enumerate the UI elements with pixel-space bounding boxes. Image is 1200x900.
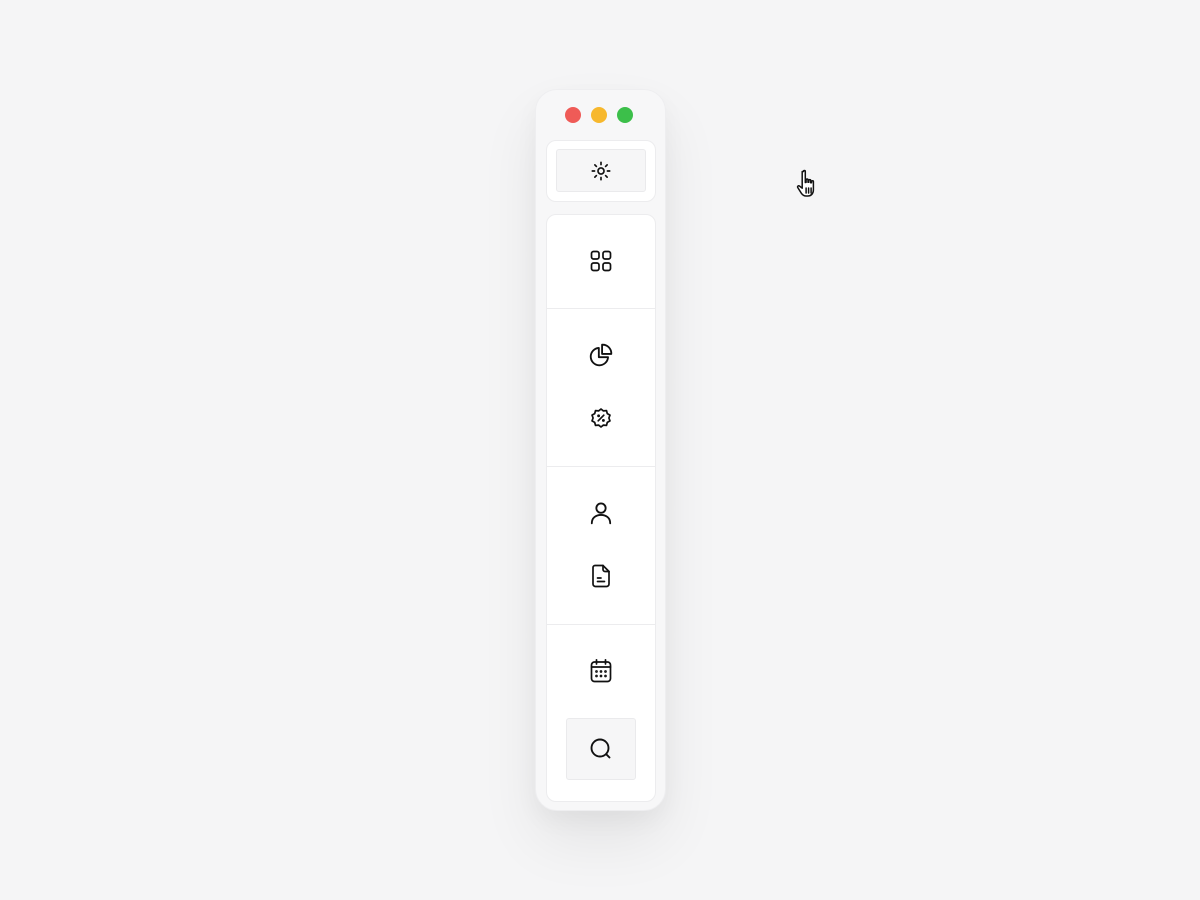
theme-toggle-button[interactable] — [556, 149, 646, 192]
nav-item-discounts[interactable] — [566, 387, 636, 449]
search-icon — [589, 737, 613, 761]
calendar-icon — [589, 658, 613, 684]
hand-pointer-icon — [793, 168, 823, 200]
navigation-panel — [546, 214, 656, 802]
zoom-window-button[interactable] — [617, 107, 633, 123]
theme-panel — [546, 140, 656, 202]
discount-badge-icon — [589, 406, 613, 430]
sun-icon — [590, 160, 612, 182]
document-icon — [589, 563, 613, 589]
user-icon — [588, 500, 614, 526]
nav-divider — [547, 624, 655, 625]
nav-item-dashboard[interactable] — [566, 230, 636, 292]
desktop — [0, 0, 1200, 900]
nav-item-search[interactable] — [566, 718, 636, 780]
minimize-window-button[interactable] — [591, 107, 607, 123]
pie-chart-icon — [588, 342, 614, 368]
sidebar-window — [535, 89, 666, 811]
nav-item-documents[interactable] — [566, 545, 636, 607]
nav-divider — [547, 308, 655, 309]
nav-item-calendar[interactable] — [566, 640, 636, 702]
nav-item-profile[interactable] — [566, 482, 636, 544]
grid-icon — [589, 249, 613, 273]
window-controls — [565, 107, 633, 123]
close-window-button[interactable] — [565, 107, 581, 123]
nav-item-analytics[interactable] — [566, 324, 636, 386]
nav-divider — [547, 466, 655, 467]
